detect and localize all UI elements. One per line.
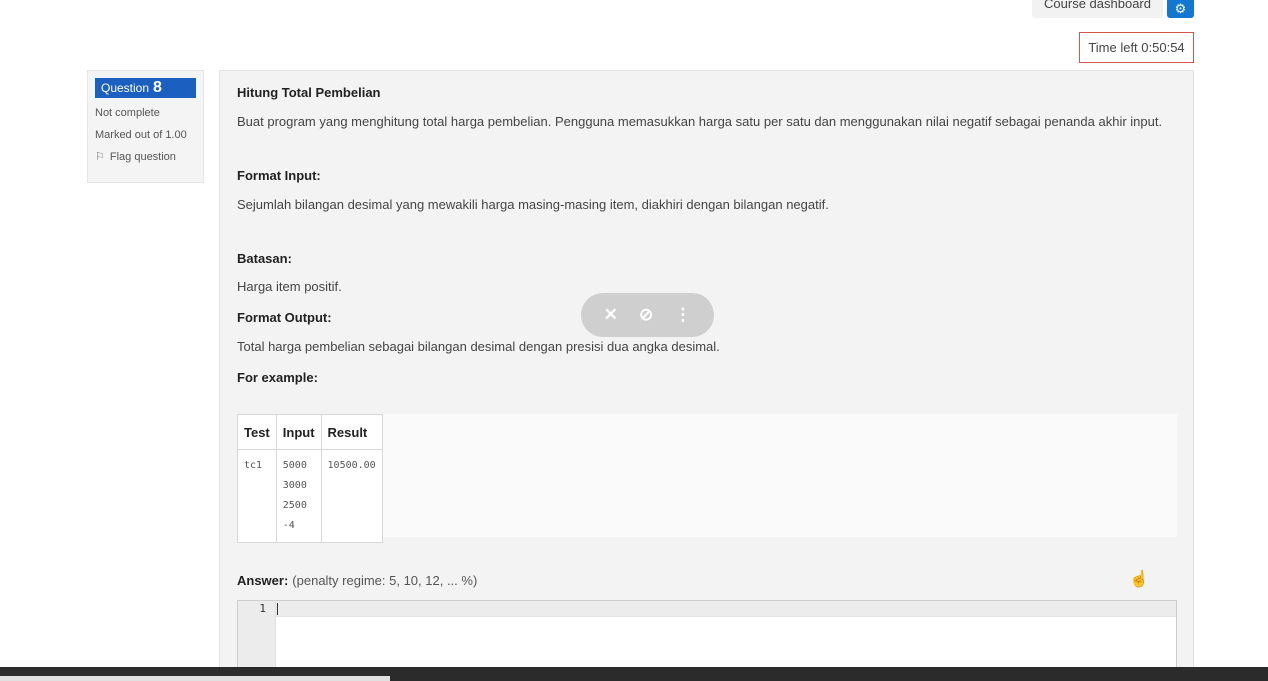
more-vertical-icon[interactable]: ⋮ <box>674 305 691 325</box>
example-heading: For example: <box>237 370 318 385</box>
editor-caret <box>277 603 278 615</box>
question-number: 8 <box>153 79 162 96</box>
top-bar: Course dashboard ⚙ <box>1032 0 1194 18</box>
example-header-input: Input <box>275 414 322 450</box>
flag-icon: ⚐ <box>95 151 105 163</box>
flag-question-link[interactable]: ⚐ Flag question <box>95 150 196 164</box>
line-number: 1 <box>259 602 266 615</box>
example-header-result: Result <box>320 414 383 450</box>
example-input-line: 3000 <box>282 480 307 491</box>
hand-cursor-icon: ☝ <box>1129 571 1149 588</box>
course-dashboard-button[interactable]: Course dashboard <box>1032 0 1163 18</box>
format-input-text: Sejumlah bilangan desimal yang mewakili … <box>237 197 829 212</box>
example-input-line: 5000 <box>282 460 307 471</box>
batasan-heading: Batasan: <box>237 251 292 266</box>
question-number-badge: Question 8 <box>95 78 196 98</box>
eye-off-icon[interactable]: ⊘ <box>639 305 653 325</box>
question-status: Not complete <box>95 107 160 119</box>
example-result-cell: 10500.00 <box>320 449 383 543</box>
answer-label: Answer: <box>237 573 289 588</box>
table-row: tc1 5000 3000 2500 -4 10500.00 <box>237 449 383 543</box>
flag-question-label: Flag question <box>109 151 176 163</box>
question-info-box: Question 8 Not complete Marked out of 1.… <box>87 70 204 183</box>
gear-icon[interactable]: ⚙ <box>1167 0 1194 18</box>
question-content: Hitung Total Pembelian Buat program yang… <box>219 70 1194 681</box>
editor-active-line <box>238 601 1176 617</box>
question-title: Hitung Total Pembelian <box>237 85 381 100</box>
pin-off-icon[interactable]: ✕ <box>604 305 618 325</box>
question-label: Question <box>101 81 150 95</box>
batasan-text: Harga item positif. <box>237 279 342 294</box>
example-header-test: Test <box>237 414 277 450</box>
question-marks: Marked out of 1.00 <box>95 129 187 141</box>
example-test-cell: tc1 <box>237 449 277 543</box>
answer-label-row: Answer: (penalty regime: 5, 10, 12, ... %… <box>237 573 477 588</box>
format-output-heading: Format Output: <box>237 310 332 325</box>
example-input-line: -4 <box>282 520 295 531</box>
penalty-regime: (penalty regime: 5, 10, 12, ... %) <box>292 573 478 588</box>
bottom-progress <box>0 676 390 681</box>
format-input-heading: Format Input: <box>237 168 321 183</box>
question-description: Buat program yang menghitung total harga… <box>237 114 1163 129</box>
time-left: Time left 0:50:54 <box>1079 32 1194 63</box>
example-area: Test Input Result tc1 5000 3000 2500 -4 … <box>237 414 1177 543</box>
format-output-text: Total harga pembelian sebagai bilangan d… <box>237 339 720 354</box>
example-input-cell: 5000 3000 2500 -4 <box>275 449 322 543</box>
example-input-line: 2500 <box>282 500 307 511</box>
video-overlay-controls: ✕ ⊘ ⋮ <box>581 293 714 337</box>
example-table: Test Input Result tc1 5000 3000 2500 -4 … <box>237 414 383 543</box>
